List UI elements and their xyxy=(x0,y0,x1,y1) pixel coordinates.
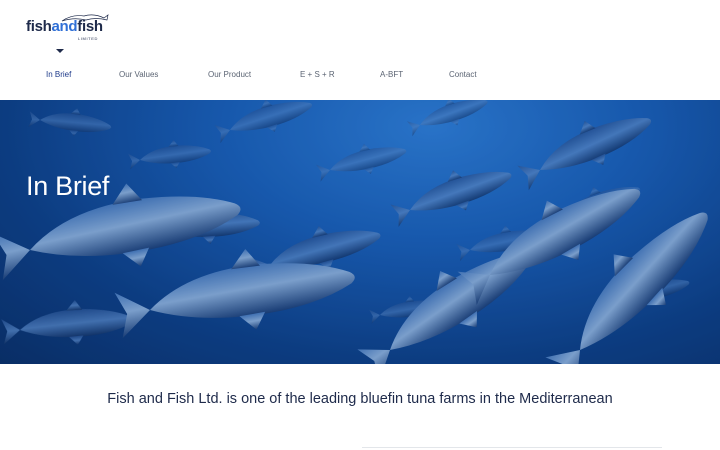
brand-logo[interactable]: fishandfish LIMITED xyxy=(26,12,116,46)
nav-item-abft[interactable]: A-BFT xyxy=(380,70,403,79)
intro-tagline: Fish and Fish Ltd. is one of the leading… xyxy=(107,391,613,407)
hero-banner: In Brief xyxy=(0,100,720,364)
brand-subtitle: LIMITED xyxy=(78,36,98,41)
brand-wordmark: fishandfish xyxy=(26,18,103,35)
nav-item-our-product[interactable]: Our Product xyxy=(208,70,251,79)
section-divider xyxy=(362,447,662,448)
nav-item-our-values[interactable]: Our Values xyxy=(119,70,158,79)
nav-item-esr[interactable]: E + S + R xyxy=(300,70,335,79)
tuna-school-image xyxy=(0,100,720,364)
active-nav-indicator xyxy=(56,49,64,53)
site-header: fishandfish LIMITED In Brief Our Values … xyxy=(0,0,720,100)
nav-item-in-brief[interactable]: In Brief xyxy=(46,70,71,79)
nav-item-contact[interactable]: Contact xyxy=(449,70,477,79)
page-title: In Brief xyxy=(26,171,110,202)
